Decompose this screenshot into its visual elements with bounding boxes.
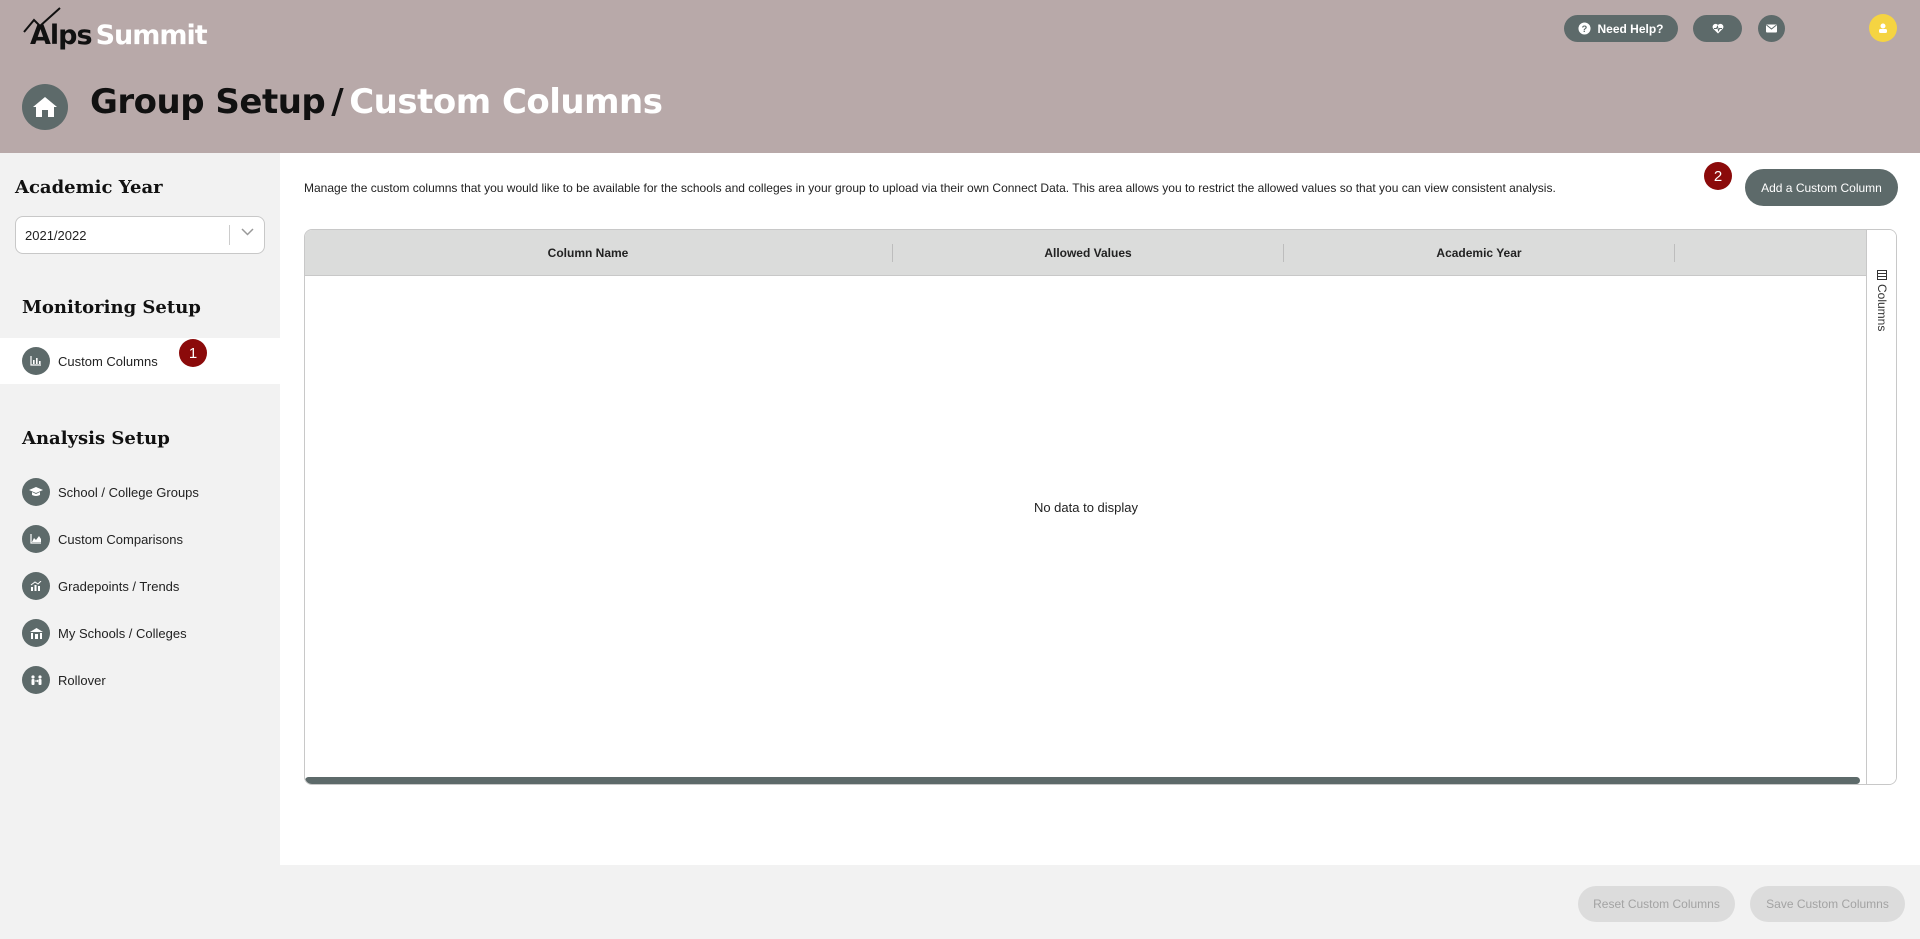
intro-text: Manage the custom columns that you would… — [304, 181, 1556, 195]
chevron-down-icon — [241, 228, 254, 236]
sidebar-item-label: My Schools / Colleges — [58, 625, 187, 641]
monitoring-setup-heading: Monitoring Setup — [22, 297, 201, 318]
sidebar-item-label: Custom Columns — [58, 353, 158, 369]
need-help-label: Need Help? — [1597, 21, 1664, 36]
user-icon — [1879, 23, 1887, 33]
user-avatar[interactable] — [1869, 14, 1897, 42]
horizontal-scrollbar[interactable] — [305, 777, 1860, 784]
trend-chart-icon — [22, 572, 50, 600]
select-divider — [229, 225, 230, 245]
alps-summit-logo[interactable]: Alps Summit — [22, 6, 208, 52]
step-badge-2: 2 — [1704, 162, 1732, 190]
rollover-people-icon — [22, 666, 50, 694]
svg-text:?: ? — [1582, 24, 1588, 34]
academic-year-heading: Academic Year — [15, 177, 163, 198]
save-custom-columns-button[interactable]: Save Custom Columns — [1750, 886, 1905, 922]
sidebar-item-gradepoints-trends[interactable]: Gradepoints / Trends — [0, 563, 280, 609]
need-help-button[interactable]: ? Need Help? — [1564, 15, 1678, 42]
heart-pulse-icon — [1712, 23, 1723, 34]
add-custom-column-button[interactable]: Add a Custom Column — [1745, 169, 1898, 206]
graduation-cap-icon — [22, 478, 50, 506]
main-content: Manage the custom columns that you would… — [280, 153, 1920, 865]
analysis-setup-heading: Analysis Setup — [22, 428, 170, 449]
column-header-column-name[interactable]: Column Name — [305, 230, 871, 276]
logo-summit-text: Summit — [95, 20, 208, 51]
academic-year-select[interactable]: 2021/2022 — [15, 216, 265, 254]
grid-header: Column Name Allowed Values Academic Year — [305, 230, 1867, 276]
columns-tool-tab[interactable]: Columns — [1873, 270, 1891, 331]
sidebar: Academic Year 2021/2022 Monitoring Setup… — [0, 153, 280, 865]
sidebar-item-label: Custom Comparisons — [58, 531, 183, 547]
page-title: Group Setup / Custom Columns — [90, 82, 663, 122]
sidebar-item-label: School / College Groups — [58, 484, 199, 500]
step-badge-1: 1 — [179, 339, 207, 367]
column-header-allowed-values[interactable]: Allowed Values — [893, 230, 1283, 276]
question-circle-icon: ? — [1578, 22, 1592, 35]
sidebar-item-rollover[interactable]: Rollover — [0, 657, 280, 703]
home-button[interactable] — [22, 84, 68, 130]
no-data-message: No data to display — [1033, 500, 1139, 515]
logo-alps-text: Alps — [30, 20, 93, 51]
column-header-academic-year[interactable]: Academic Year — [1284, 230, 1674, 276]
academic-year-value: 2021/2022 — [25, 227, 87, 243]
column-resize-handle[interactable] — [1674, 244, 1675, 262]
sidebar-item-custom-comparisons[interactable]: Custom Comparisons — [0, 516, 280, 562]
sidebar-item-label: Gradepoints / Trends — [58, 578, 180, 594]
app-header: AlpsSummit ? Need Help? Group Setup/C — [0, 0, 1920, 153]
custom-columns-grid: Column Name Allowed Values Academic Year… — [304, 229, 1897, 785]
area-chart-icon — [22, 525, 50, 553]
envelope-icon — [1766, 24, 1777, 33]
mail-button[interactable] — [1758, 15, 1785, 42]
columns-tool-label: Columns — [1875, 284, 1889, 332]
grid-side-panel: Columns — [1866, 230, 1896, 784]
sidebar-item-label: Rollover — [58, 672, 106, 688]
sidebar-item-school-college-groups[interactable]: School / College Groups — [0, 469, 280, 515]
chart-bar-icon — [22, 347, 50, 375]
columns-icon — [1877, 270, 1887, 280]
reset-custom-columns-button[interactable]: Reset Custom Columns — [1578, 886, 1735, 922]
breadcrumb-separator: / — [331, 82, 344, 122]
breadcrumb-group-setup[interactable]: Group Setup — [90, 82, 326, 122]
breadcrumb-custom-columns: Custom Columns — [349, 82, 663, 122]
health-check-button[interactable] — [1693, 15, 1742, 42]
sidebar-item-custom-columns[interactable]: Custom Columns — [0, 338, 280, 384]
sidebar-item-my-schools-colleges[interactable]: My Schools / Colleges — [0, 610, 280, 656]
school-building-icon — [22, 619, 50, 647]
home-icon — [33, 97, 57, 117]
